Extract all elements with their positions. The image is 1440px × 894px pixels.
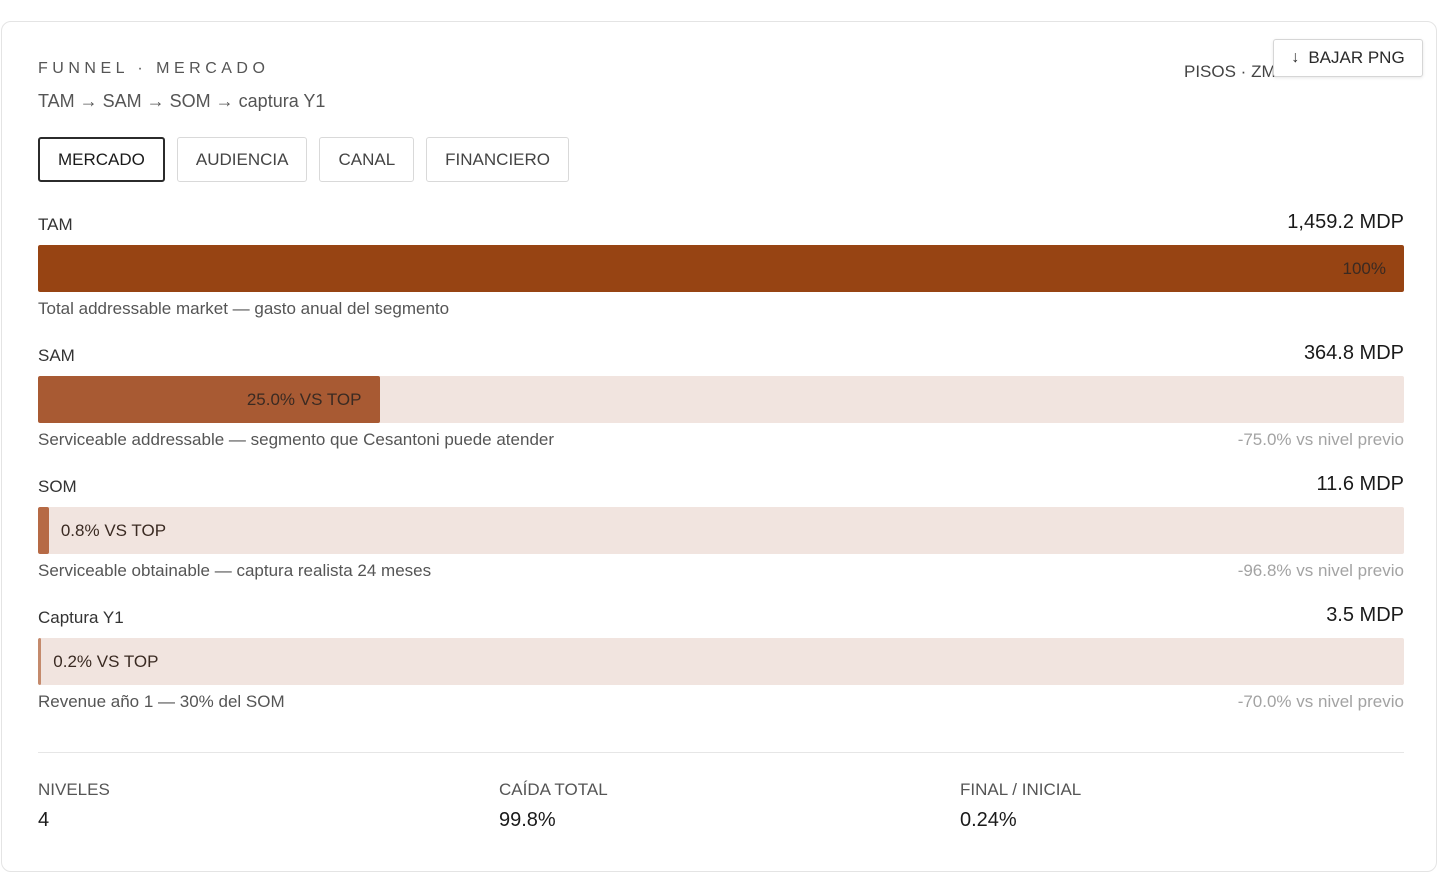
tab-mercado[interactable]: MERCADO xyxy=(38,137,165,182)
funnel-level-captura-y1: Captura Y1 3.5 MDP 0.2% VS TOP Revenue a… xyxy=(38,604,1404,715)
level-description: Total addressable market — gasto anual d… xyxy=(38,299,450,318)
tab-canal[interactable]: CANAL xyxy=(319,137,415,182)
level-value: 11.6 MDP xyxy=(1316,473,1404,495)
level-bar xyxy=(38,638,42,685)
level-description: Serviceable addressable — segmento que C… xyxy=(38,430,555,449)
stat-niveles: NIVELES 4 xyxy=(38,780,110,832)
level-track: 0.8% VS TOP xyxy=(38,507,1404,554)
download-arrow-icon: ↓ xyxy=(1291,49,1300,66)
stat-caida-total: CAÍDA TOTAL 99.8% xyxy=(499,780,608,832)
stat-label: CAÍDA TOTAL xyxy=(499,780,608,799)
stat-value: 4 xyxy=(38,809,50,831)
funnel-level-tam: TAM 1,459.2 MDP 100% Total addressable m… xyxy=(38,211,1404,322)
level-label: Captura Y1 xyxy=(38,608,124,627)
level-pct-label: 0.8% VS TOP xyxy=(60,521,167,540)
stat-label: NIVELES xyxy=(38,780,110,799)
level-value: 364.8 MDP xyxy=(1303,342,1404,364)
funnel-level-som: SOM 11.6 MDP 0.8% VS TOP Serviceable obt… xyxy=(38,473,1404,584)
funnel-card: FUNNEL · MERCADO TAM → SAM → SOM → captu… xyxy=(1,21,1437,872)
funnel-tabs: MERCADO AUDIENCIA CANAL FINANCIERO xyxy=(38,137,570,182)
level-value: 3.5 MDP xyxy=(1326,604,1404,626)
tab-label: FINANCIERO xyxy=(445,149,551,169)
tab-label: AUDIENCIA xyxy=(195,149,289,169)
level-delta: -70.0% vs nivel previo xyxy=(1237,692,1404,711)
tab-label: CANAL xyxy=(338,149,396,169)
stat-value: 99.8% xyxy=(499,809,556,831)
level-label: SOM xyxy=(38,477,77,496)
level-track: 0.2% VS TOP xyxy=(38,638,1404,685)
level-track: 25.0% VS TOP xyxy=(38,376,1404,423)
level-bar xyxy=(38,245,1404,292)
level-value: 1,459.2 MDP xyxy=(1287,211,1404,233)
level-pct-label: 100% xyxy=(1342,259,1386,278)
level-pct-label: 0.2% VS TOP xyxy=(53,652,159,671)
context-label: PISOS · ZM xyxy=(1184,62,1276,81)
stat-label: FINAL / INICIAL xyxy=(960,780,1082,799)
stat-final-inicial: FINAL / INICIAL 0.24% xyxy=(960,780,1081,832)
card-eyebrow: FUNNEL · MERCADO xyxy=(38,60,270,77)
level-label: TAM xyxy=(38,215,73,234)
level-delta: -96.8% vs nivel previo xyxy=(1237,561,1404,580)
funnel-level-sam: SAM 364.8 MDP 25.0% VS TOP Serviceable a… xyxy=(38,342,1404,453)
level-track: 100% xyxy=(38,245,1404,292)
level-pct-label: 25.0% VS TOP xyxy=(246,390,362,409)
tab-financiero[interactable]: FINANCIERO xyxy=(426,137,570,182)
card-subtitle: TAM → SAM → SOM → captura Y1 xyxy=(38,91,326,111)
download-png-button[interactable]: ↓ BAJAR PNG xyxy=(1273,39,1423,77)
level-delta: -75.0% vs nivel previo xyxy=(1237,430,1404,449)
tab-label: MERCADO xyxy=(58,149,145,169)
level-description: Serviceable obtainable — captura realist… xyxy=(38,561,432,580)
level-label: SAM xyxy=(38,346,75,365)
stat-value: 0.24% xyxy=(960,809,1017,831)
summary-divider xyxy=(38,752,1404,753)
tab-audiencia[interactable]: AUDIENCIA xyxy=(176,137,308,182)
download-button-label: BAJAR PNG xyxy=(1308,48,1405,67)
level-bar xyxy=(38,507,49,554)
level-description: Revenue año 1 — 30% del SOM xyxy=(38,692,285,711)
